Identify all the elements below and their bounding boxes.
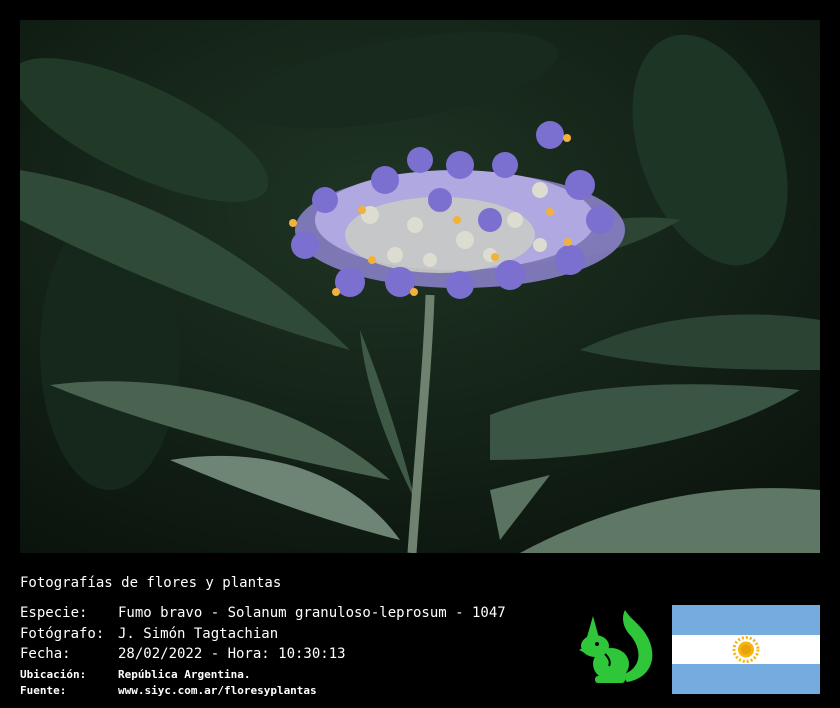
squirrel-logo-icon: [575, 606, 657, 686]
especie-label: Especie:: [20, 605, 88, 621]
fecha-label: Fecha:: [20, 646, 71, 662]
fotografo-value: J. Simón Tagtachian: [118, 626, 279, 642]
page-title: Fotografías de flores y plantas: [20, 575, 282, 591]
fuente-value: www.siyc.com.ar/floresyplantas: [118, 684, 317, 697]
argentina-flag-icon: [672, 605, 820, 694]
fecha-value: 28/02/2022 - Hora: 10:30:13: [118, 646, 346, 662]
fuente-label: Fuente:: [20, 684, 67, 697]
flower-photo: [20, 20, 820, 553]
ubicacion-label: Ubicación:: [20, 668, 87, 681]
especie-value: Fumo bravo - Solanum granuloso-leprosum …: [118, 605, 506, 621]
ubicacion-value: República Argentina.: [118, 668, 251, 681]
fotografo-label: Fotógrafo:: [20, 626, 105, 642]
